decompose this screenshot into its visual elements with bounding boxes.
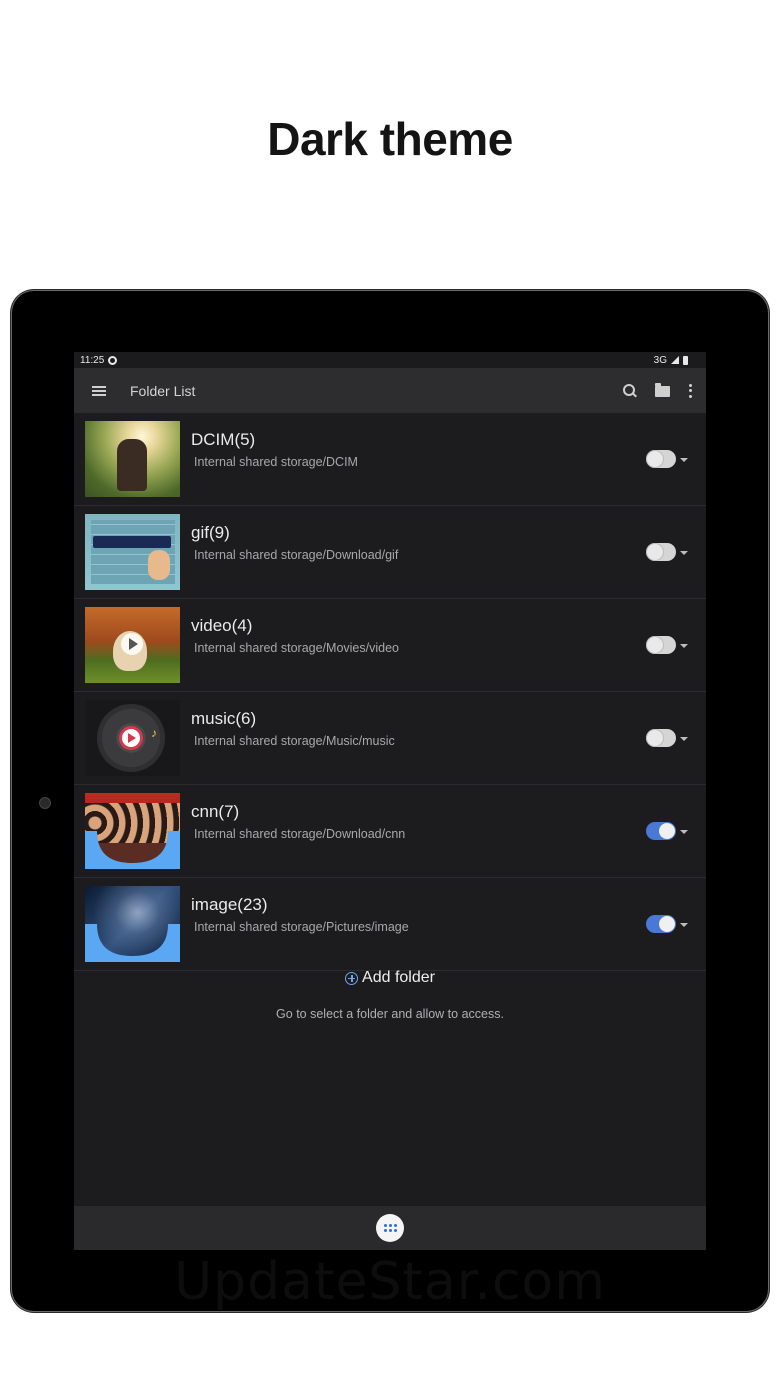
folder-path: Internal shared storage/Music/music — [194, 734, 395, 748]
status-bar: 11:25 3G — [74, 352, 706, 368]
play-icon — [121, 633, 143, 655]
folder-toggle[interactable] — [646, 636, 676, 654]
folder-icon[interactable] — [655, 383, 670, 397]
folder-thumbnail — [85, 607, 180, 683]
folder-thumbnail — [85, 886, 180, 962]
folder-thumbnail — [85, 421, 180, 497]
camera-icon — [39, 797, 51, 809]
status-time: 11:25 — [80, 354, 105, 366]
folder-list: DCIM(5) Internal shared storage/DCIM gif… — [74, 413, 706, 971]
tablet-frame: 11:25 3G Folder List DCIM(5) Internal sh… — [12, 291, 768, 1311]
battery-icon — [683, 355, 688, 365]
folder-thumbnail: ♪ — [85, 700, 180, 776]
folder-name: video(4) — [191, 616, 253, 635]
folder-path: Internal shared storage/Download/gif — [194, 548, 399, 562]
folder-name: image(23) — [191, 895, 268, 914]
add-folder-label: Add folder — [362, 969, 435, 986]
dropdown-arrow-icon[interactable] — [680, 644, 688, 648]
folder-path: Internal shared storage/DCIM — [194, 455, 358, 469]
folder-name: DCIM(5) — [191, 430, 256, 449]
thumbnail-frame-icon — [85, 924, 180, 962]
network-type: 3G — [653, 354, 667, 366]
apps-grid-icon — [383, 1224, 397, 1232]
add-folder-button[interactable]: Add folder — [74, 969, 706, 987]
folder-row-video[interactable]: video(4) Internal shared storage/Movies/… — [74, 599, 706, 692]
folder-name: gif(9) — [191, 523, 230, 542]
app-drawer-button[interactable] — [376, 1214, 404, 1242]
search-icon[interactable] — [623, 383, 637, 398]
app-bar: Folder List — [74, 368, 706, 413]
page-heading: Dark theme — [267, 113, 513, 165]
folder-name: cnn(7) — [191, 802, 240, 821]
folder-toggle[interactable] — [646, 915, 676, 933]
folder-row-music[interactable]: ♪ music(6) Internal shared storage/Music… — [74, 692, 706, 785]
dropdown-arrow-icon[interactable] — [680, 458, 688, 462]
folder-row-image[interactable]: image(23) Internal shared storage/Pictur… — [74, 878, 706, 971]
dropdown-arrow-icon[interactable] — [680, 830, 688, 834]
folder-path: Internal shared storage/Download/cnn — [194, 827, 406, 841]
folder-row-gif[interactable]: gif(9) Internal shared storage/Download/… — [74, 506, 706, 599]
folder-name: music(6) — [191, 709, 257, 728]
more-options-icon[interactable] — [688, 383, 692, 398]
thumbnail-frame-icon — [85, 831, 180, 869]
dropdown-arrow-icon[interactable] — [680, 551, 688, 555]
watermark: UpdateStar.com — [174, 1252, 606, 1312]
folder-row-cnn[interactable]: cnn(7) Internal shared storage/Download/… — [74, 785, 706, 878]
folder-thumbnail — [85, 793, 180, 869]
bottom-navigation-bar — [74, 1206, 706, 1250]
menu-icon[interactable] — [92, 385, 106, 396]
app-screen: 11:25 3G Folder List DCIM(5) Internal sh… — [74, 352, 706, 1250]
signal-icon — [671, 356, 679, 364]
folder-toggle[interactable] — [646, 729, 676, 747]
settings-notification-icon — [108, 355, 118, 365]
music-note-icon: ♪ — [151, 726, 157, 740]
dropdown-arrow-icon[interactable] — [680, 923, 688, 927]
app-title: Folder List — [130, 382, 196, 399]
folder-thumbnail — [85, 514, 180, 590]
folder-toggle[interactable] — [646, 450, 676, 468]
folder-row-dcim[interactable]: DCIM(5) Internal shared storage/DCIM — [74, 413, 706, 506]
folder-toggle[interactable] — [646, 822, 676, 840]
folder-path: Internal shared storage/Pictures/image — [194, 920, 409, 934]
dropdown-arrow-icon[interactable] — [680, 737, 688, 741]
folder-path: Internal shared storage/Movies/video — [194, 641, 399, 655]
add-folder-hint: Go to select a folder and allow to acces… — [276, 1007, 504, 1021]
add-circle-icon — [345, 971, 359, 985]
folder-toggle[interactable] — [646, 543, 676, 561]
music-play-icon — [119, 726, 143, 750]
